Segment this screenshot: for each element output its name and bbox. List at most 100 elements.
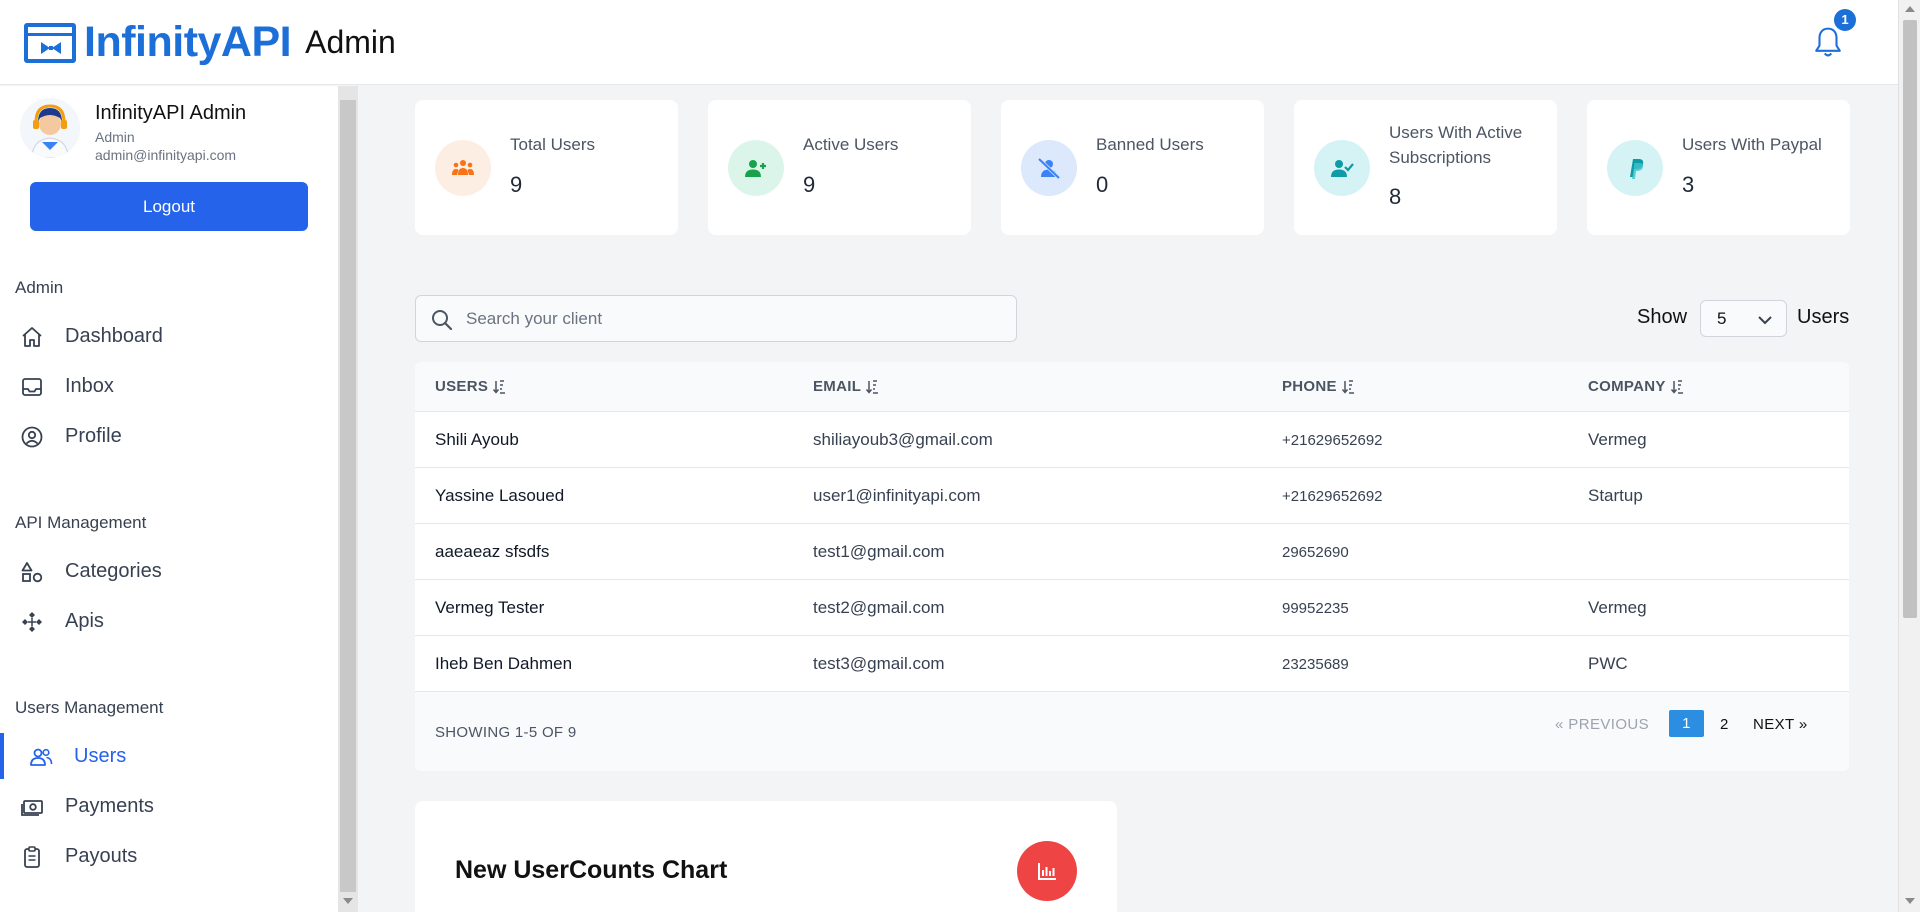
user-circle-icon [21,426,43,448]
stat-title: Users With Paypal [1682,135,1822,154]
show-label: Show [1637,306,1688,328]
sidebar-item-payments[interactable]: Payments [0,783,338,829]
column-label: USERS [435,378,489,395]
scroll-down-arrow-icon[interactable] [1905,898,1915,904]
cell-user: Iheb Ben Dahmen [435,654,573,673]
column-email[interactable]: EMAIL [813,378,879,395]
stat-title: Total Users [510,135,596,154]
scroll-down-arrow-icon[interactable] [343,898,353,904]
logo-text: InfinityAPI [84,18,292,66]
profile-role: Admin [95,129,135,145]
column-label: PHONE [1282,378,1337,395]
search-input[interactable] [466,306,1006,332]
cell-user: Shili Ayoub [435,430,519,449]
sidebar-item-label: Payments [65,794,154,817]
sidebar-item-label: Users [74,744,127,767]
users-table: USERS EMAIL PHONE COMPANY Shili Ayoub sh… [415,362,1849,771]
sort-icon [866,379,879,394]
sidebar-item-label: Dashboard [65,324,163,347]
nodes-icon [22,612,42,632]
table-row[interactable]: Shili Ayoub shiliayoub3@gmail.com +21629… [415,412,1849,468]
cell-phone: +21629652692 [1282,432,1383,449]
logo-window-icon [24,22,76,63]
sidebar-scrollbar[interactable] [338,86,358,912]
column-users[interactable]: USERS [435,378,506,395]
search-icon [432,310,453,331]
user-slash-icon [1021,140,1077,196]
stat-title: Banned Users [1096,135,1204,154]
cell-email: test2@gmail.com [813,598,945,617]
user-check-icon [1314,140,1370,196]
scroll-up-arrow-icon[interactable] [1905,6,1915,12]
sidebar-item-payouts[interactable]: Payouts [0,833,338,879]
section-api-title: API Management [15,513,147,532]
sidebar-scrollbar-thumb[interactable] [340,100,356,892]
page-2-button[interactable]: 2 [1720,716,1729,733]
window-scrollbar[interactable] [1898,0,1920,912]
stat-value: 3 [1682,172,1695,197]
cell-user: Vermeg Tester [435,598,545,617]
table-row[interactable]: aaeaeaz sfsdfs test1@gmail.com 29652690 [415,524,1849,580]
cell-phone: +21629652692 [1282,488,1383,505]
stat-title: Active Users [803,135,899,154]
table-row[interactable]: Iheb Ben Dahmen test3@gmail.com 23235689… [415,636,1849,692]
stat-card-banned-users: Banned Users 0 [1001,100,1264,235]
shapes-icon [21,562,43,583]
cell-user: aaeaeaz sfsdfs [435,542,550,561]
cell-company: Vermeg [1588,430,1647,449]
stat-card-paypal-users: Users With Paypal 3 [1587,100,1850,235]
cell-phone: 29652690 [1282,544,1349,561]
avatar [20,98,80,158]
page-size-select[interactable]: 5 [1700,300,1787,337]
bell-icon[interactable] [1812,26,1844,60]
section-admin-title: Admin [15,278,64,297]
table-row[interactable]: Vermeg Tester test2@gmail.com 99952235 V… [415,580,1849,636]
clipboard-icon [24,846,40,868]
chart-card-title: New UserCounts Chart [455,856,728,884]
stat-value: 0 [1096,172,1109,197]
app-logo[interactable]: InfinityAPI Admin [24,18,396,67]
logout-button[interactable]: Logout [30,182,308,231]
bar-chart-icon [1038,863,1056,880]
sidebar-item-apis[interactable]: Apis [0,598,338,644]
sidebar-item-profile[interactable]: Profile [0,413,338,459]
chart-button[interactable] [1017,841,1077,901]
paypal-icon [1607,140,1663,196]
sidebar-item-dashboard[interactable]: Dashboard [0,313,338,359]
sidebar-item-categories[interactable]: Categories [0,548,338,594]
user-plus-icon [728,140,784,196]
cell-company: Vermeg [1588,598,1647,617]
section-users-title: Users Management [15,698,164,717]
profile-card: InfinityAPI Admin Admin admin@infinityap… [20,98,246,163]
sort-icon [1670,379,1683,394]
cell-phone: 23235689 [1282,656,1349,673]
previous-page-button[interactable]: « PREVIOUS [1555,716,1649,733]
sidebar: InfinityAPI Admin Admin admin@infinityap… [0,86,340,912]
table-row[interactable]: Yassine Lasoued user1@infinityapi.com +2… [415,468,1849,524]
stat-title: Users With Active Subscriptions [1389,123,1523,167]
table-footer: SHOWING 1-5 OF 9 « PREVIOUS 1 2 NEXT » [415,692,1849,771]
sort-icon [1341,379,1354,394]
page-size-value: 5 [1717,309,1727,328]
sidebar-item-label: Profile [65,424,122,447]
next-page-button[interactable]: NEXT » [1753,716,1808,733]
cell-phone: 99952235 [1282,600,1349,617]
sidebar-item-inbox[interactable]: Inbox [0,363,338,409]
stat-card-active-users: Active Users 9 [708,100,971,235]
column-phone[interactable]: PHONE [1282,378,1355,395]
sidebar-item-users[interactable]: Users [0,733,338,779]
sidebar-item-label: Inbox [65,374,114,397]
column-label: COMPANY [1588,378,1666,395]
window-scrollbar-thumb[interactable] [1903,20,1917,618]
stat-value: 9 [803,172,816,197]
chevron-down-icon [1758,316,1772,325]
column-label: EMAIL [813,378,862,395]
profile-email: admin@infinityapi.com [95,147,237,163]
users-icon [30,748,53,766]
top-header: InfinityAPI Admin 1 [0,0,1920,85]
column-company[interactable]: COMPANY [1588,378,1684,395]
cell-company: Startup [1588,486,1643,505]
page-1-button[interactable]: 1 [1669,710,1704,737]
sidebar-item-label: Payouts [65,844,138,867]
sort-icon [493,379,506,394]
